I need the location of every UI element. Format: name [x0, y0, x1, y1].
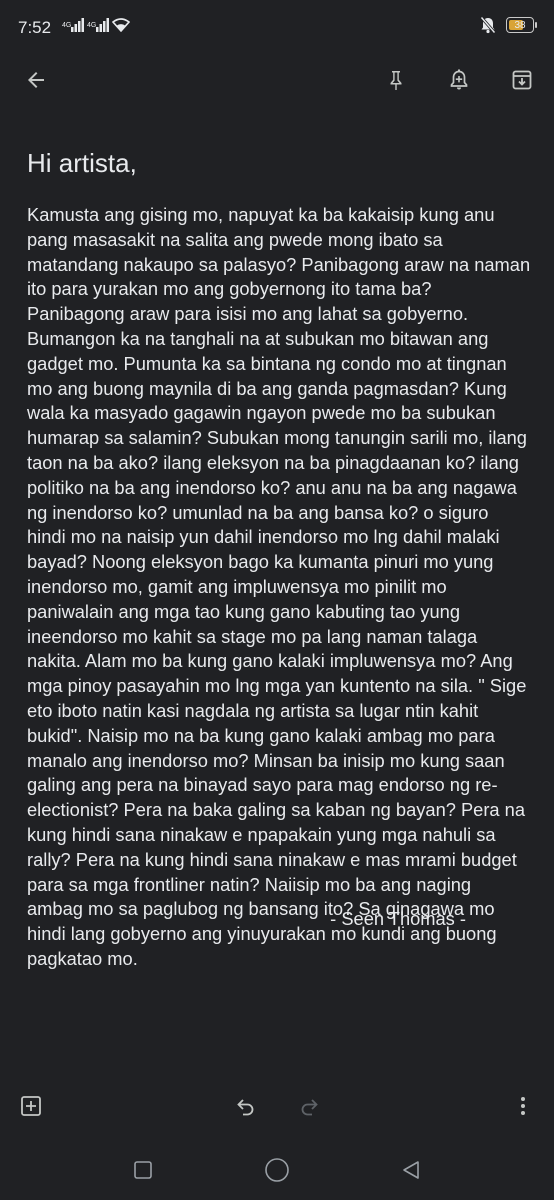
note-signature[interactable]: - Seen Thomas - — [330, 908, 466, 930]
battery-level: 38 — [514, 20, 526, 31]
signal-indicators: 4G 4G — [62, 18, 130, 32]
arrow-back-icon — [28, 72, 44, 88]
system-nav-bar — [0, 1140, 554, 1200]
battery-icon: 38 — [506, 17, 537, 33]
pin-icon — [390, 71, 402, 90]
redo-icon — [301, 1099, 318, 1116]
editor-bottom-bar — [0, 1080, 554, 1132]
square-icon — [134, 1161, 152, 1179]
undo-icon — [237, 1099, 254, 1116]
pin-button[interactable] — [376, 52, 416, 108]
note-toolbar — [0, 52, 554, 108]
recents-button[interactable] — [121, 1148, 165, 1192]
triangle-back-icon — [403, 1161, 419, 1179]
more-options-button[interactable] — [503, 1080, 543, 1132]
add-box-icon — [21, 1096, 41, 1116]
more-vert-icon — [521, 1097, 525, 1115]
notifications-off-icon — [480, 16, 496, 34]
signal-icon: 4G — [62, 18, 84, 32]
redo-button[interactable] — [289, 1080, 329, 1132]
wifi-icon — [112, 18, 130, 32]
status-right: 38 — [480, 16, 537, 34]
circle-icon — [265, 1158, 289, 1182]
svg-text:4G: 4G — [87, 22, 96, 29]
nav-back-button[interactable] — [389, 1148, 433, 1192]
svg-text:4G: 4G — [62, 22, 71, 29]
add-button[interactable] — [11, 1080, 51, 1132]
signal-icon: 4G — [87, 18, 109, 32]
archive-icon — [512, 70, 532, 90]
home-button[interactable] — [255, 1148, 299, 1192]
undo-button[interactable] — [226, 1080, 266, 1132]
back-button[interactable] — [16, 52, 56, 108]
reminder-button[interactable] — [439, 52, 479, 108]
add-alert-icon — [450, 69, 468, 90]
note-body[interactable]: Kamusta ang gising mo, napuyat ka ba kak… — [27, 203, 532, 972]
archive-button[interactable] — [502, 52, 542, 108]
status-time: 7:52 — [18, 18, 52, 37]
note-title[interactable]: Hi artista, — [27, 148, 137, 179]
status-bar: 7:52 4G 4G 38 — [0, 0, 554, 52]
